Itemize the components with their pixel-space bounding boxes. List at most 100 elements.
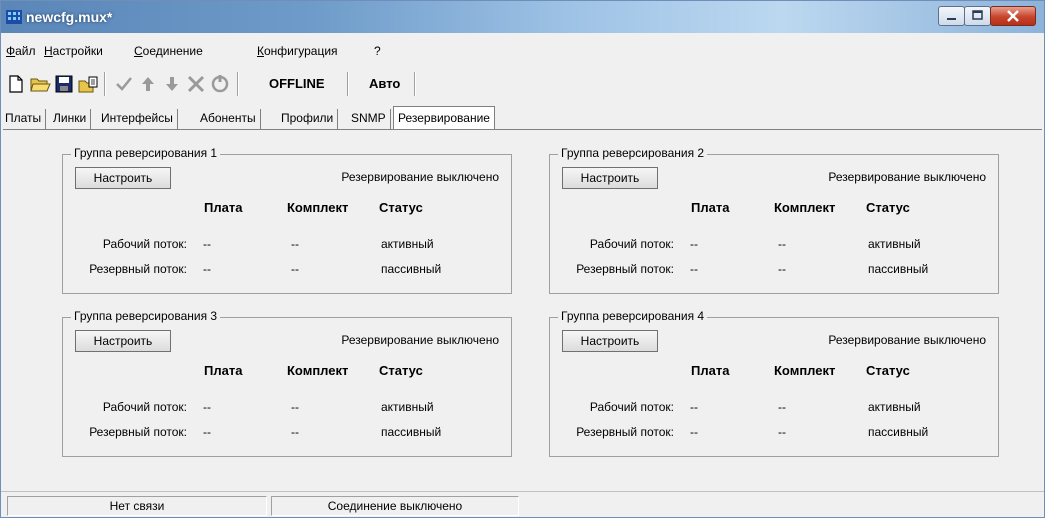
menu-connection-label: оединение xyxy=(142,44,203,58)
status-link-state: Соединение выключено xyxy=(271,496,519,516)
tab-interfaces[interactable]: Интерфейсы xyxy=(97,109,178,129)
menu-connection[interactable]: Соединение xyxy=(134,44,203,58)
cell-status: пассивный xyxy=(381,262,442,276)
application-window: newcfg.mux* Файл Настройки Соединение Ко… xyxy=(0,0,1045,518)
toolbar-separator xyxy=(347,72,349,96)
auto-mode-button[interactable]: Авто xyxy=(369,76,400,91)
row-label-working: Рабочий поток: xyxy=(589,237,674,251)
cell-board: -- xyxy=(203,400,211,414)
tab-links[interactable]: Линки xyxy=(49,109,92,129)
tab-subscribers[interactable]: Абоненты xyxy=(196,109,261,129)
column-kit: Комплект xyxy=(774,363,836,378)
save-icon[interactable] xyxy=(53,73,75,95)
open-folder-icon[interactable] xyxy=(29,73,51,95)
export-icon[interactable] xyxy=(77,73,99,95)
status-bar: Нет связи Соединение выключено xyxy=(1,491,1044,518)
toolbar-separator xyxy=(237,72,239,96)
menu-file[interactable]: Файл xyxy=(6,44,36,58)
cell-kit: -- xyxy=(778,262,786,276)
redundancy-status: Резервирование выключено xyxy=(341,170,499,184)
column-status: Статус xyxy=(866,200,910,215)
redundancy-status: Резервирование выключено xyxy=(341,333,499,347)
tab-profiles[interactable]: Профили xyxy=(277,109,339,129)
menu-help[interactable]: ? xyxy=(374,44,381,58)
cell-status: активный xyxy=(381,400,434,414)
cell-status: активный xyxy=(381,237,434,251)
cell-status: активный xyxy=(868,400,921,414)
row-label-standby: Резервный поток: xyxy=(89,262,187,276)
cell-board: -- xyxy=(203,262,211,276)
arrow-down-icon[interactable] xyxy=(161,73,183,95)
column-board: Плата xyxy=(204,200,243,215)
row-label-working: Рабочий поток: xyxy=(589,400,674,414)
cell-board: -- xyxy=(690,400,698,414)
configure-button[interactable]: Настроить xyxy=(562,167,658,189)
menu-settings-label: астройки xyxy=(52,44,103,58)
column-status: Статус xyxy=(866,363,910,378)
title-bar[interactable]: newcfg.mux* xyxy=(1,1,1044,33)
cell-status: пассивный xyxy=(868,425,929,439)
menu-bar: Файл Настройки Соединение Конфигурация ? xyxy=(1,41,1044,61)
menu-help-label: ? xyxy=(374,44,381,58)
group-title: Группа реверсирования 3 xyxy=(71,309,221,323)
redundancy-status: Резервирование выключено xyxy=(828,170,986,184)
redundancy-group-3: Группа реверсирования 3 Настроить Резерв… xyxy=(62,309,512,457)
group-title: Группа реверсирования 1 xyxy=(71,146,221,160)
cell-board: -- xyxy=(203,425,211,439)
cell-kit: -- xyxy=(291,237,299,251)
cell-kit: -- xyxy=(778,237,786,251)
menu-configuration-label: онфигурация xyxy=(264,44,338,58)
maximize-button[interactable] xyxy=(964,6,991,26)
close-icon xyxy=(1007,10,1019,22)
column-status: Статус xyxy=(379,200,423,215)
cell-board: -- xyxy=(690,237,698,251)
tab-boards[interactable]: Платы xyxy=(1,109,47,129)
configure-button[interactable]: Настроить xyxy=(75,330,171,352)
cell-kit: -- xyxy=(778,400,786,414)
window-title: newcfg.mux* xyxy=(26,9,113,25)
checkmark-icon[interactable] xyxy=(113,73,135,95)
delete-x-icon[interactable] xyxy=(185,73,207,95)
close-button[interactable] xyxy=(990,6,1036,26)
redundancy-group-4: Группа реверсирования 4 Настроить Резерв… xyxy=(549,309,999,457)
configure-button[interactable]: Настроить xyxy=(562,330,658,352)
redundancy-group-1: Группа реверсирования 1 Настроить Резерв… xyxy=(62,146,512,294)
cell-board: -- xyxy=(690,262,698,276)
column-board: Плата xyxy=(204,363,243,378)
group-title: Группа реверсирования 2 xyxy=(558,146,708,160)
cell-kit: -- xyxy=(291,400,299,414)
tab-redundancy[interactable]: Резервирование xyxy=(393,106,495,130)
row-label-standby: Резервный поток: xyxy=(89,425,187,439)
menu-settings-accel: Н xyxy=(44,44,53,58)
new-file-icon[interactable] xyxy=(5,73,27,95)
cell-kit: -- xyxy=(291,262,299,276)
column-kit: Комплект xyxy=(287,200,349,215)
cell-status: пассивный xyxy=(868,262,929,276)
configure-button[interactable]: Настроить xyxy=(75,167,171,189)
tab-snmp[interactable]: SNMP xyxy=(347,109,391,129)
toolbar-separator xyxy=(104,72,106,96)
minimize-button[interactable] xyxy=(938,6,965,26)
cell-status: активный xyxy=(868,237,921,251)
menu-configuration-accel: К xyxy=(257,44,264,58)
group-title: Группа реверсирования 4 xyxy=(558,309,708,323)
menu-file-accel: Ф xyxy=(6,44,16,58)
cell-kit: -- xyxy=(778,425,786,439)
redundancy-status: Резервирование выключено xyxy=(828,333,986,347)
app-icon xyxy=(6,10,22,24)
row-label-standby: Резервный поток: xyxy=(576,262,674,276)
menu-configuration[interactable]: Конфигурация xyxy=(257,44,338,58)
column-board: Плата xyxy=(691,200,730,215)
cell-board: -- xyxy=(690,425,698,439)
status-connection: Нет связи xyxy=(7,496,267,516)
cell-kit: -- xyxy=(291,425,299,439)
column-board: Плата xyxy=(691,363,730,378)
reset-icon[interactable] xyxy=(209,73,231,95)
menu-settings[interactable]: Настройки xyxy=(44,44,103,58)
arrow-up-icon[interactable] xyxy=(137,73,159,95)
row-label-working: Рабочий поток: xyxy=(102,400,187,414)
maximize-icon xyxy=(972,10,983,20)
offline-mode-button[interactable]: OFFLINE xyxy=(269,76,325,91)
toolbar-separator xyxy=(414,72,416,96)
redundancy-group-2: Группа реверсирования 2 Настроить Резерв… xyxy=(549,146,999,294)
